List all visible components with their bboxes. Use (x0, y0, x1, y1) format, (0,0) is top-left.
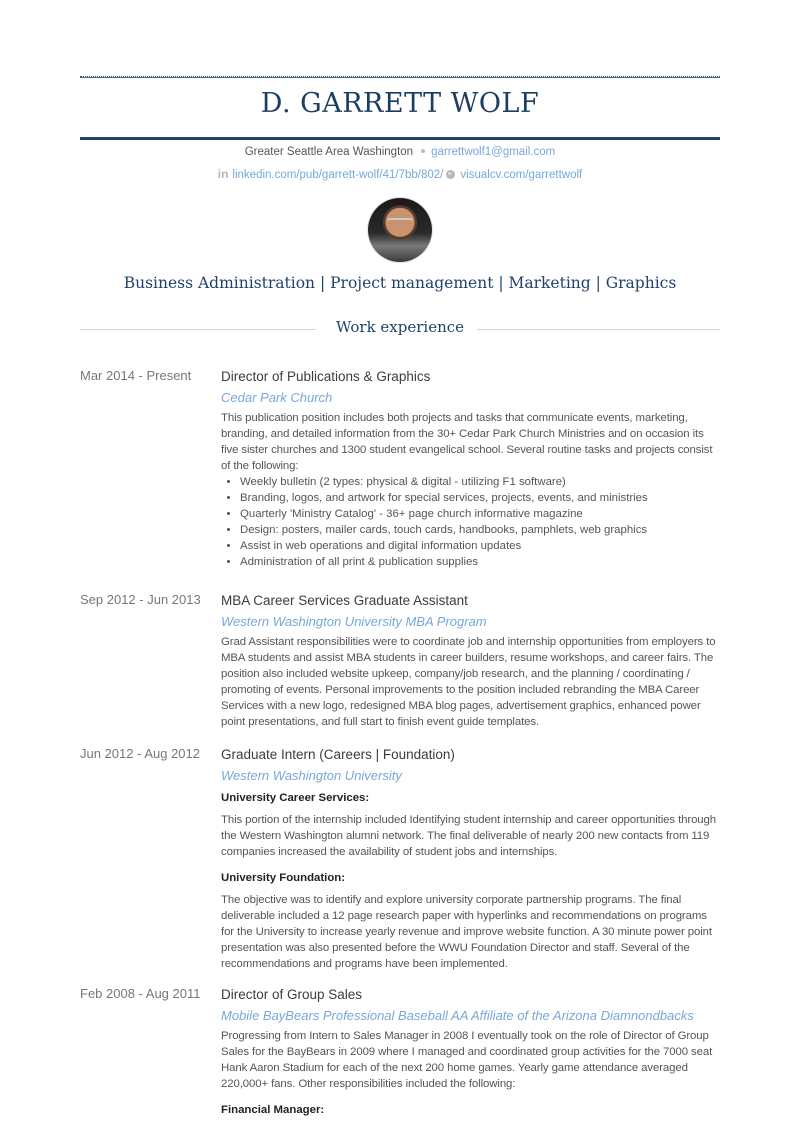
linkedin-link[interactable]: linkedin.com/pub/garrett-wolf/41/7bb/802… (232, 169, 443, 181)
candidate-name: D. GARRETT WOLF (260, 88, 540, 119)
separator-dot-icon (421, 148, 426, 153)
company-name: Cedar Park Church (221, 390, 333, 405)
bullet-item: Weekly bulletin (2 types: physical & dig… (240, 474, 721, 490)
section-title: Work experience (335, 318, 465, 336)
job-title: Director of Publications & Graphics (221, 369, 431, 384)
job-title: Graduate Intern (Careers | Foundation) (221, 747, 455, 762)
avatar (368, 198, 432, 262)
bullet-item: Assist in web operations and digital inf… (240, 538, 721, 554)
top-divider (80, 76, 720, 78)
location: Greater Seattle Area Washington (244, 146, 414, 158)
bullet-item: Administration of all print & publicatio… (240, 554, 721, 570)
subsection-text: The objective was to identify and explor… (221, 894, 712, 970)
subsection-text: This portion of the internship included … (221, 814, 717, 858)
contact-line-1: Greater Seattle Area Washington garrettwo… (80, 146, 720, 158)
subsection-heading: Financial Manager: (221, 1104, 325, 1116)
name-divider (80, 137, 720, 140)
website-link[interactable]: visualcv.com/garrettwolf (460, 169, 582, 181)
avatar-glasses (387, 218, 413, 225)
globe-icon (446, 170, 456, 179)
section-divider-right (477, 329, 720, 330)
job-description: This publication position includes both … (221, 412, 713, 472)
job-dates: Feb 2008 - Aug 2011 (80, 986, 201, 1001)
job-body: Director of Publications & Graphics Ceda… (221, 368, 721, 570)
job-title: MBA Career Services Graduate Assistant (221, 593, 468, 608)
bullet-item: Branding, logos, and artwork for special… (240, 490, 721, 506)
bullet-item: Design: posters, mailer cards, touch car… (240, 522, 721, 538)
job-title: Director of Group Sales (221, 987, 363, 1002)
job-body: Director of Group Sales Mobile BayBears … (221, 986, 721, 1118)
linkedin-icon: in (217, 167, 229, 181)
job-body: Graduate Intern (Careers | Foundation) W… (221, 746, 721, 972)
job-bullets: Weekly bulletin (2 types: physical & dig… (221, 474, 721, 570)
headline: Business Administration | Project manage… (123, 274, 677, 292)
job-dates: Sep 2012 - Jun 2013 (80, 592, 201, 607)
company-name: Western Washington University MBA Progra… (221, 614, 487, 629)
subsection-heading: University Foundation: (221, 872, 346, 884)
job-dates: Jun 2012 - Aug 2012 (80, 746, 200, 761)
job-body: MBA Career Services Graduate Assistant W… (221, 592, 721, 730)
subsection-heading: University Career Services: (221, 792, 370, 804)
section-header-work-experience: Work experience (80, 318, 720, 340)
company-name: Western Washington University (221, 768, 402, 783)
bullet-item: Quarterly 'Ministry Catalog' - 36+ page … (240, 506, 721, 522)
email-link[interactable]: garrettwolf1@gmail.com (431, 146, 555, 158)
job-description: Grad Assistant responsibilities were to … (221, 636, 716, 728)
company-name: Mobile BayBears Professional Baseball AA… (221, 1008, 694, 1023)
contact-line-2: in linkedin.com/pub/garrett-wolf/41/7bb/8… (80, 167, 720, 181)
job-dates: Mar 2014 - Present (80, 368, 192, 383)
job-description: Progressing from Intern to Sales Manager… (221, 1030, 713, 1090)
